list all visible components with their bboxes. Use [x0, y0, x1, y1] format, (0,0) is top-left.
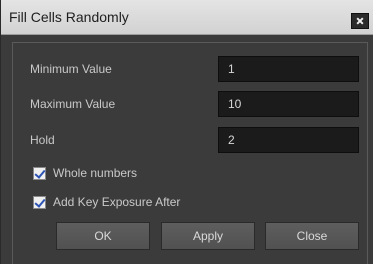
whole-numbers-label: Whole numbers	[53, 166, 138, 180]
hold-label: Hold	[30, 133, 55, 147]
whole-numbers-checkbox[interactable]	[33, 167, 46, 180]
apply-button[interactable]: Apply	[161, 222, 255, 250]
add-key-exposure-checkbox[interactable]	[33, 196, 46, 209]
fill-cells-randomly-dialog: Fill Cells Randomly Minimum Value 1 Maxi…	[0, 0, 373, 264]
close-icon[interactable]	[351, 13, 369, 29]
ok-button[interactable]: OK	[56, 222, 150, 250]
minimum-value-field[interactable]: 1	[218, 56, 359, 82]
minimum-value-label: Minimum Value	[30, 62, 112, 76]
maximum-value-field[interactable]: 10	[218, 91, 359, 117]
title-bar[interactable]: Fill Cells Randomly	[1, 0, 373, 35]
close-button[interactable]: Close	[265, 222, 359, 250]
add-key-exposure-label: Add Key Exposure After	[53, 195, 181, 209]
dialog-title: Fill Cells Randomly	[9, 9, 129, 25]
maximum-value-label: Maximum Value	[30, 97, 116, 111]
hold-field[interactable]: 2	[218, 127, 359, 153]
